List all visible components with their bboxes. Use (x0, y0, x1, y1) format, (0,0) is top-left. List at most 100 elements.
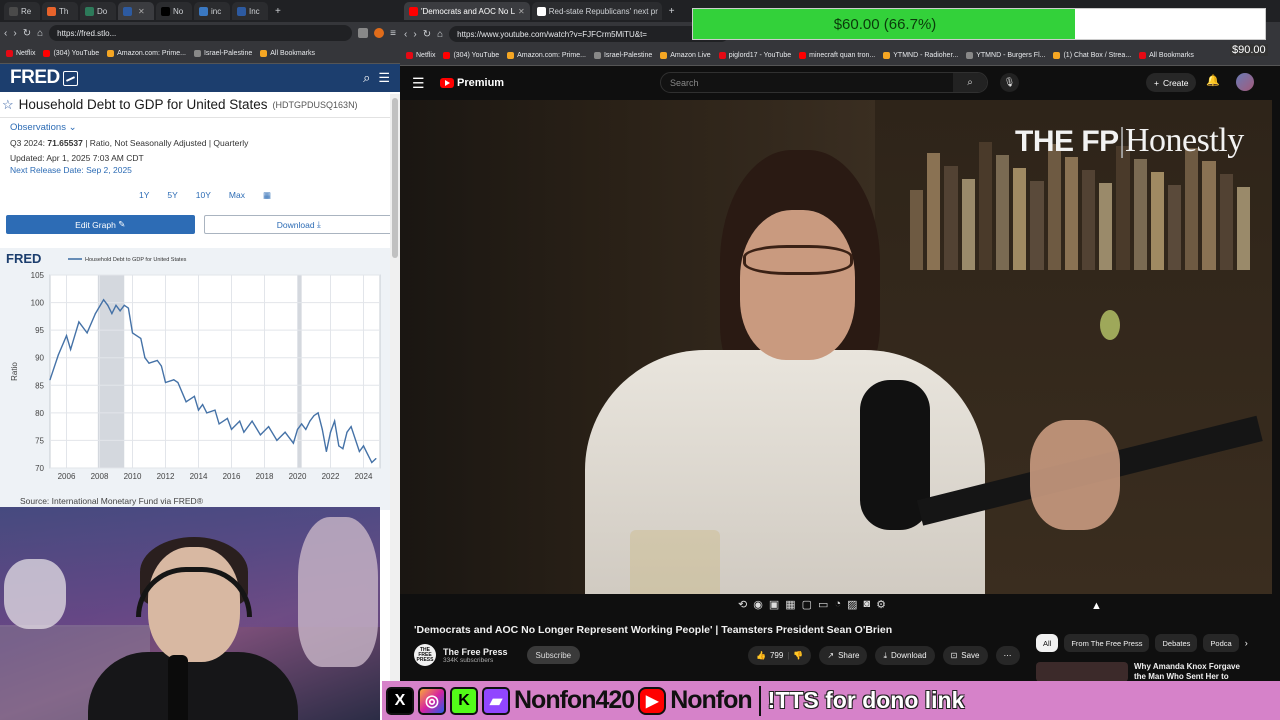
like-button[interactable]: 👍 799 | 👎 (748, 646, 812, 665)
left-tab[interactable]: No (156, 2, 192, 20)
back-icon[interactable]: ‹ (404, 29, 407, 40)
youtube-logo[interactable]: Premium (440, 77, 504, 89)
bookmark-item[interactable]: All Bookmarks (260, 50, 315, 57)
tab-close-icon[interactable]: ✕ (518, 7, 525, 16)
forward-icon[interactable]: › (13, 28, 16, 39)
bookmark-item[interactable]: Amazon.com: Prime... (507, 52, 586, 59)
thumbs-down-icon[interactable]: 👎 (793, 651, 803, 660)
image-icon[interactable]: ▨ (847, 598, 857, 611)
filter-chip[interactable]: Podca (1203, 634, 1239, 652)
left-address-bar[interactable]: https://fred.stlo... (49, 25, 353, 41)
bookmark-label: YTMND - Radioher... (893, 52, 959, 59)
voice-search-icon[interactable]: 🎙 (1000, 73, 1019, 92)
favorite-star-icon[interactable]: ☆ (2, 97, 14, 113)
extension-icon[interactable] (358, 28, 369, 38)
y-tick-label: 105 (31, 271, 45, 280)
left-tab[interactable]: inc (194, 2, 230, 20)
screenshot-icon[interactable]: ▣ (769, 598, 779, 611)
left-tab[interactable]: Do (80, 2, 116, 20)
bookmark-item[interactable]: Israel-Palestine (193, 50, 252, 57)
bookmark-item[interactable]: YTMND - Burgers Fl... (966, 52, 1045, 59)
bookmark-item[interactable]: (304) YouTube (443, 52, 499, 59)
notifications-bell-icon[interactable]: 🔔 (1206, 74, 1220, 87)
recommended-thumbnail[interactable] (1036, 662, 1128, 682)
download-video-button[interactable]: ⤓ Download (875, 646, 935, 665)
search-input[interactable]: Search ⌕ (660, 72, 988, 93)
chevron-right-icon[interactable]: › (1245, 634, 1248, 652)
tab-close-icon[interactable]: ✕ (138, 7, 145, 16)
bookmark-item[interactable]: Netflix (406, 52, 435, 59)
x-tick-label: 2010 (124, 472, 142, 481)
observations-toggle[interactable]: Observations ⌄ (10, 122, 390, 134)
search-icon[interactable]: ⌕ (953, 73, 987, 92)
back-icon[interactable]: ‹ (4, 28, 7, 39)
right-tab[interactable]: Red-state Republicans' next pr (531, 2, 662, 20)
profile-icon[interactable] (374, 28, 385, 38)
home-icon[interactable]: ⌂ (437, 29, 443, 40)
guide-menu-icon[interactable]: ☰ (412, 75, 440, 92)
plus-icon: + (1154, 77, 1159, 88)
left-scrollbar[interactable] (390, 94, 400, 720)
bookmark-item[interactable]: (1) Chat Box / Strea... (1053, 52, 1131, 59)
more-actions-icon[interactable]: ⋯ (995, 646, 1020, 665)
book (1013, 168, 1027, 270)
theater-icon[interactable]: ▭ (818, 598, 828, 611)
bookmark-item[interactable]: Amazon.com: Prime... (107, 50, 186, 57)
clip-icon[interactable]: ▦ (785, 598, 795, 611)
loop-icon[interactable]: ⟲ (738, 598, 747, 611)
reload-icon[interactable]: ↻ (23, 28, 31, 39)
home-icon[interactable]: ⌂ (37, 28, 43, 39)
right-address-bar[interactable]: https://www.youtube.com/watch?v=FJFCrm5M… (449, 26, 730, 42)
bookmark-item[interactable]: YTMND - Radioher... (883, 52, 958, 59)
forward-icon[interactable]: › (413, 29, 416, 40)
range-button-5y[interactable]: 5Y (167, 190, 177, 201)
edit-graph-button[interactable]: Edit Graph ✎ (6, 215, 195, 234)
calendar-icon[interactable]: ▦ (263, 190, 271, 201)
share-button[interactable]: ↗ Share (819, 646, 868, 665)
left-tab[interactable]: ✕ (118, 2, 154, 20)
data-point (148, 362, 150, 364)
left-tab[interactable]: Inc (232, 2, 268, 20)
next-release-link[interactable]: Next Release Date: Sep 2, 2025 (10, 164, 390, 176)
bookmark-item[interactable]: piglord17 - YouTube (718, 52, 791, 59)
channel-name[interactable]: The Free Press (443, 647, 508, 657)
channel-avatar[interactable]: THE FREE PRESS (414, 644, 436, 666)
filter-chip[interactable]: All (1036, 634, 1059, 652)
hamburger-menu-icon[interactable]: ☰ (378, 70, 390, 86)
create-button[interactable]: + Create (1146, 73, 1197, 92)
left-scrollbar-thumb[interactable] (392, 98, 398, 258)
left-tab[interactable]: Th (42, 2, 78, 20)
bookmark-item[interactable]: Amazon Live (660, 52, 711, 59)
bookmark-item[interactable]: minecraft quan tron... (799, 52, 875, 59)
frame-icon[interactable]: ▢ (802, 598, 812, 611)
tab-label: Red-state Republicans' next pr (548, 6, 658, 16)
menu-icon[interactable]: ≡ (390, 28, 396, 39)
settings-gear-icon[interactable]: ⚙ (876, 598, 886, 611)
new-tab-icon[interactable]: + (664, 6, 680, 17)
save-button[interactable]: ⊡ Save (942, 646, 988, 665)
range-button-1y[interactable]: 1Y (139, 190, 149, 201)
search-icon[interactable]: ⌕ (363, 70, 370, 86)
download-button[interactable]: Download ⤓ (203, 215, 394, 234)
right-tab[interactable]: 'Democrats and AOC No L ✕ (404, 2, 530, 20)
audio-icon[interactable]: ◉ (753, 598, 763, 611)
bookmark-favicon-icon (593, 52, 601, 59)
fred-logo[interactable]: FRED (10, 67, 78, 89)
subscribe-button[interactable]: Subscribe (526, 646, 581, 664)
filter-chip[interactable]: Debates (1155, 634, 1198, 652)
bookmark-item[interactable]: Netflix (6, 50, 35, 57)
range-button-max[interactable]: Max (229, 190, 245, 201)
new-tab-icon[interactable]: + (270, 6, 286, 17)
fred-chart[interactable]: 70 75 80 85 90 95 100 105 2006 2008 2010 2012 2014 20… (0, 248, 390, 510)
filter-chip[interactable]: From The Free Press (1064, 634, 1150, 652)
bookmark-item[interactable]: (304) YouTube (43, 50, 99, 57)
bookmark-item[interactable]: Israel-Palestine (593, 52, 652, 59)
video-player[interactable]: THE FP|Honestly (400, 100, 1272, 594)
speed-icon[interactable]: ◔ (834, 598, 841, 611)
bookmark-item[interactable]: All Bookmarks (1139, 52, 1194, 59)
reload-icon[interactable]: ↻ (423, 29, 431, 40)
left-tab[interactable]: Re (4, 2, 40, 20)
range-button-10y[interactable]: 10Y (196, 190, 211, 201)
camera-icon[interactable]: ◙ (864, 598, 871, 611)
account-avatar[interactable] (1236, 73, 1254, 91)
